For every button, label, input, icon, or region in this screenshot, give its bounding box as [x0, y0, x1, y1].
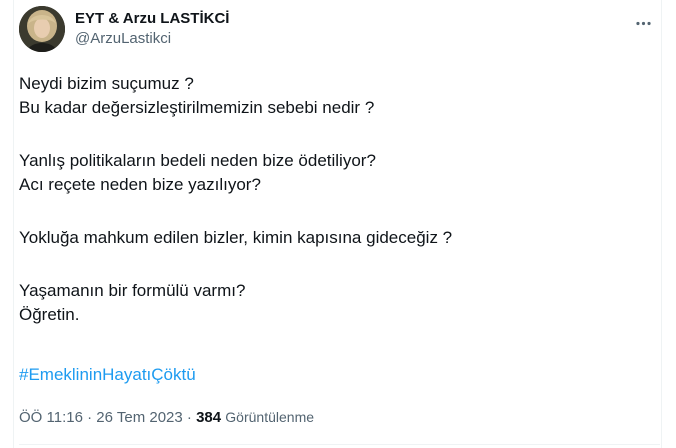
tweet-line: Neydi bizim suçumuz ? — [19, 74, 194, 93]
hashtag-link[interactable]: #EmeklininHayatıÇöktü — [19, 363, 196, 387]
author-handle[interactable]: @ArzuLastikci — [75, 29, 229, 49]
author-display-name[interactable]: EYT & Arzu LASTİKCİ — [75, 9, 229, 29]
tweet-line: Bu kadar değersizleştirilmemizin sebebi … — [19, 98, 375, 117]
divider — [19, 444, 660, 445]
tweet-text: Neydi bizim suçumuz ? Bu kadar değersizl… — [19, 72, 619, 327]
profile-photo-icon — [19, 6, 65, 52]
more-options-button[interactable] — [626, 6, 660, 40]
tweet-line: Yanlış politikaların bedeli neden bize ö… — [19, 151, 376, 170]
meta-separator: · — [82, 409, 97, 426]
tweet-line: Öğretin. — [19, 305, 80, 324]
tweet-time[interactable]: ÖÖ 11:16 — [19, 409, 83, 426]
tweet-line: Yaşamanın bir formülü varmı? — [19, 281, 246, 300]
views-label[interactable]: Görüntülenme — [225, 409, 314, 425]
meta-separator: · — [182, 409, 197, 426]
tweet-header: EYT & Arzu LASTİKCİ @ArzuLastikci — [19, 6, 660, 54]
tweet-date[interactable]: 26 Tem 2023 — [96, 409, 182, 426]
views-count[interactable]: 384 — [196, 409, 221, 426]
more-horizontal-icon — [635, 21, 651, 25]
author-identity: EYT & Arzu LASTİKCİ @ArzuLastikci — [75, 9, 229, 49]
tweet-line: Yokluğa mahkum edilen bizler, kimin kapı… — [19, 228, 453, 247]
tweet-metadata: ÖÖ 11:16 · 26 Tem 2023 · 384 Görüntülenm… — [19, 407, 314, 428]
tweet-line: Acı reçete neden bize yazılıyor? — [19, 175, 261, 194]
author-avatar[interactable] — [19, 6, 65, 52]
